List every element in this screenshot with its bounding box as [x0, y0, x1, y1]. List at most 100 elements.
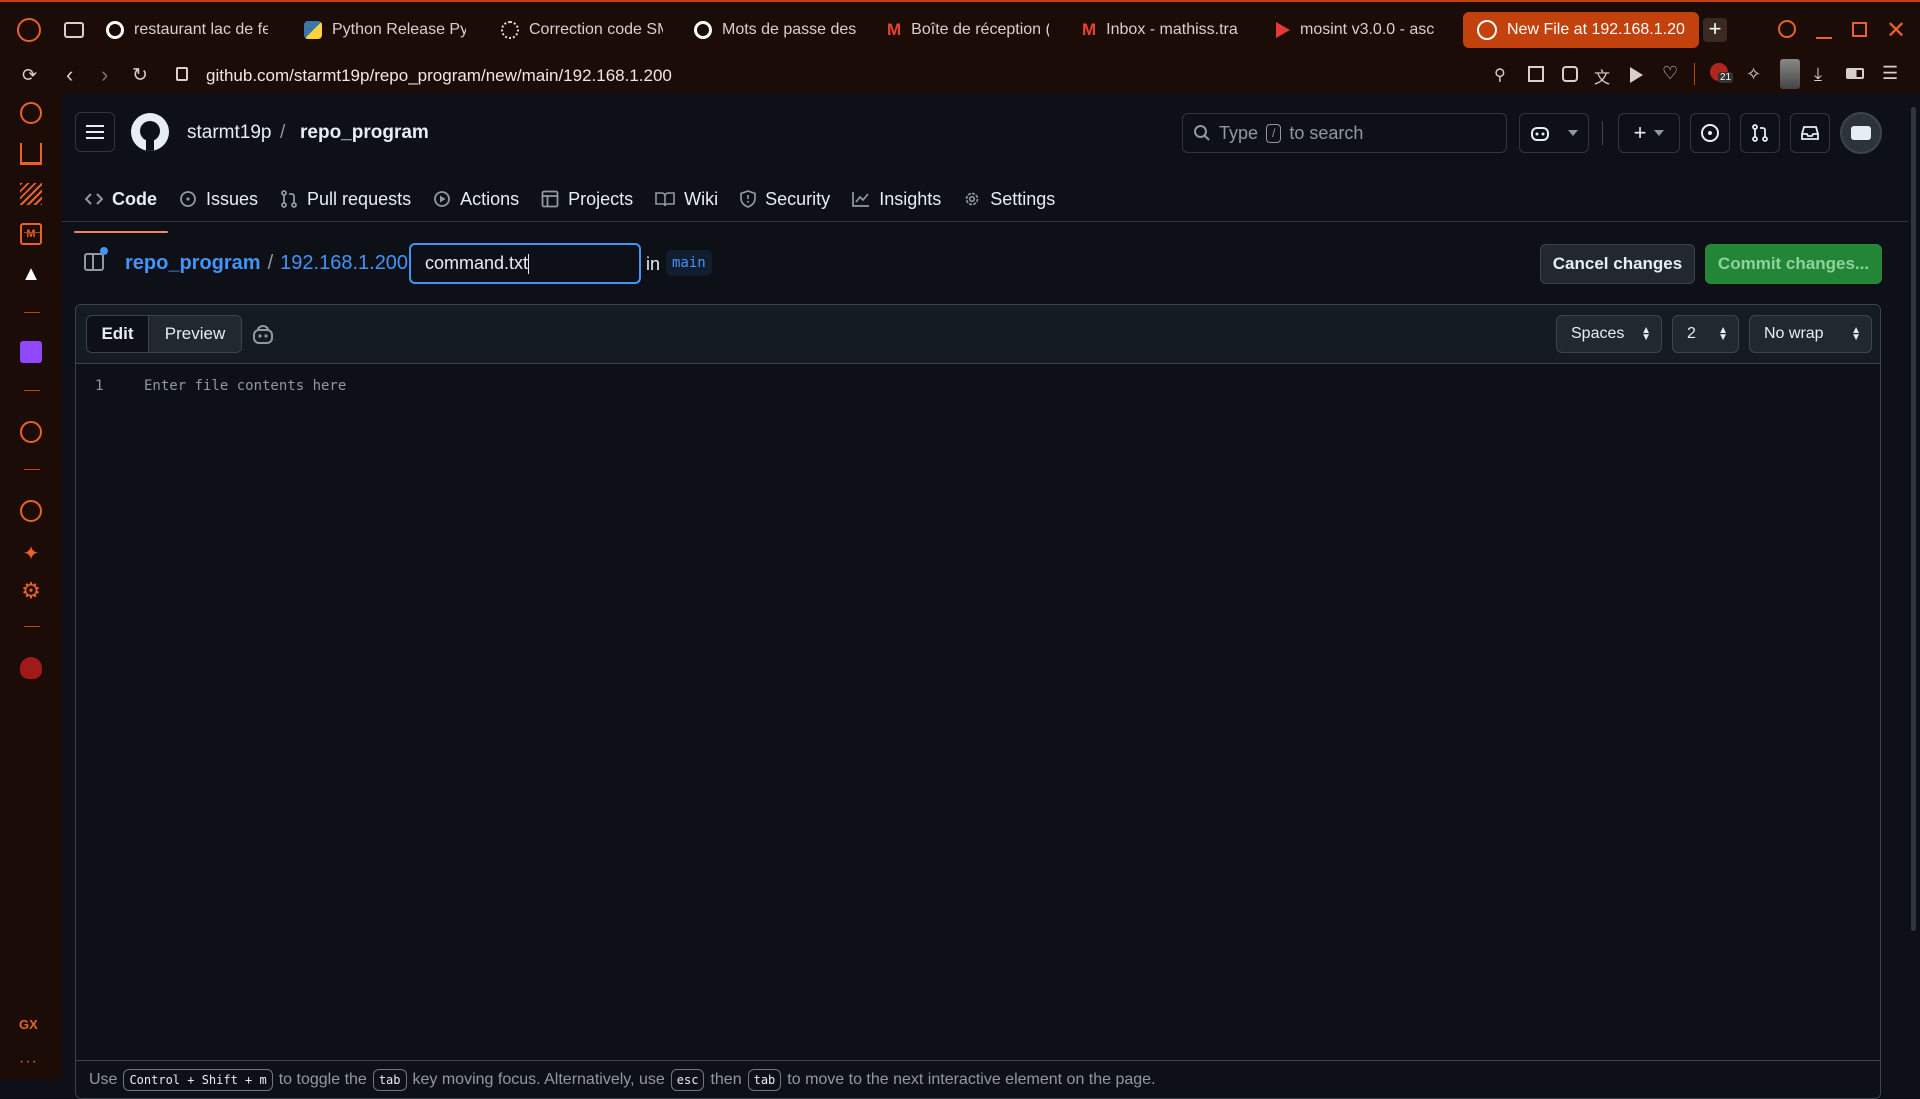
code-area[interactable]: 1 Enter file contents here: [76, 365, 1880, 1062]
translate-icon[interactable]: 文: [1594, 64, 1610, 88]
tab-projects[interactable]: Projects: [530, 179, 644, 219]
repo-owner-link[interactable]: starmt19p: [187, 122, 271, 144]
inbox-button[interactable]: [1790, 113, 1830, 153]
maximize-icon[interactable]: [1852, 22, 1867, 37]
reload-icon[interactable]: ↻: [132, 64, 148, 87]
browser-tab[interactable]: M Inbox - mathiss.tra: [1068, 12, 1258, 48]
indent-size-select[interactable]: 2 ▲ ▼: [1672, 315, 1739, 353]
tab-code[interactable]: Code: [74, 179, 168, 233]
github-logo-icon[interactable]: [131, 113, 169, 151]
in-label: in: [646, 254, 661, 274]
tab-label: Boîte de réception (: [911, 21, 1049, 38]
extensions-sidebar-icon[interactable]: ✦: [20, 541, 42, 565]
new-tab-button[interactable]: +: [1703, 18, 1727, 42]
speed-dial-icon[interactable]: [20, 102, 42, 124]
wrap-mode-select[interactable]: No wrap ▲ ▼: [1749, 315, 1872, 353]
tab-pull-requests[interactable]: Pull requests: [269, 179, 422, 219]
tab-label: Pull requests: [307, 188, 412, 209]
tab-settings[interactable]: Settings: [952, 179, 1066, 219]
google-icon: [106, 21, 124, 39]
menu-button[interactable]: [75, 112, 115, 152]
gx-control-icon[interactable]: [20, 143, 42, 165]
browser-tab-bar: restaurant lac de fe Python Release Pyt …: [0, 0, 1920, 55]
profile-avatar[interactable]: [1780, 59, 1800, 89]
settings-sidebar-icon[interactable]: ⚙: [20, 580, 42, 602]
block-icon[interactable]: [1562, 66, 1578, 82]
download-icon[interactable]: ⤓: [1814, 64, 1822, 85]
inbox-icon: [1801, 126, 1819, 140]
filename-value: command.txt: [425, 253, 529, 273]
scrollbar-thumb[interactable]: [1911, 107, 1916, 931]
heart-icon[interactable]: ♡: [1662, 63, 1678, 84]
book-icon: [655, 192, 675, 207]
breadcrumb-folder-link[interactable]: 192.168.1.200: [280, 252, 408, 275]
browser-tab[interactable]: Python Release Pyt: [290, 12, 480, 48]
user-avatar[interactable]: [1840, 112, 1882, 154]
pull-request-icon: [1752, 124, 1768, 142]
tab-label: New File at 192.168.1.200: [1507, 21, 1685, 38]
browser-tab[interactable]: restaurant lac de fe: [92, 12, 282, 48]
battery-icon[interactable]: [1846, 68, 1864, 79]
gx-mod-icon[interactable]: M: [20, 223, 42, 245]
filename-input[interactable]: command.txt: [409, 243, 641, 284]
select-arrows-icon: ▲ ▼: [1641, 325, 1651, 343]
github-page: starmt19p / repo_program Type / to searc…: [62, 93, 1908, 1099]
tab-wiki[interactable]: Wiki: [644, 179, 729, 219]
back-icon[interactable]: ‹: [66, 62, 73, 88]
breadcrumb-repo-link[interactable]: repo_program: [125, 252, 261, 275]
browser-tab[interactable]: mosint v3.0.0 - asc: [1262, 12, 1452, 48]
tab-actions[interactable]: Actions: [422, 179, 530, 219]
pull-request-icon: [281, 190, 297, 208]
play-extension-icon[interactable]: [1630, 67, 1643, 83]
player-icon[interactable]: [20, 421, 42, 443]
create-new-button[interactable]: +: [1618, 113, 1680, 153]
repo-name-link[interactable]: repo_program: [300, 122, 429, 144]
tab-issues[interactable]: Issues: [168, 179, 269, 219]
snapshot-icon[interactable]: [1528, 66, 1544, 82]
file-tree-toggle-button[interactable]: [84, 247, 108, 271]
sidebar-more-icon[interactable]: ···: [19, 1053, 38, 1071]
cancel-changes-button[interactable]: Cancel changes: [1540, 244, 1695, 284]
issues-button[interactable]: [1690, 113, 1730, 153]
ublock-icon[interactable]: [20, 657, 42, 679]
minimize-icon[interactable]: [1816, 37, 1832, 39]
edit-tab[interactable]: Edit: [87, 316, 149, 352]
search-input[interactable]: Type / to search: [1182, 113, 1507, 153]
aria-icon[interactable]: ▲: [20, 263, 42, 285]
twitch-icon[interactable]: [20, 341, 42, 363]
reload-sync-icon[interactable]: ⟳: [22, 65, 37, 86]
easy-setup-icon[interactable]: ☰: [1882, 63, 1898, 84]
pin-icon[interactable]: ⚲: [1494, 65, 1506, 85]
preview-tab[interactable]: Preview: [149, 316, 241, 352]
opera-logo-icon[interactable]: [17, 18, 41, 42]
repo-nav: Code Issues Pull requests Actions Projec…: [74, 179, 1066, 233]
sidebar-separator: [24, 232, 40, 233]
sidebar-expand-icon: [92, 255, 94, 269]
plus-icon: +: [1633, 120, 1647, 145]
gx-corner-icon[interactable]: [20, 183, 42, 205]
copilot-button[interactable]: [1519, 113, 1589, 153]
search-tabs-icon[interactable]: [1778, 20, 1796, 38]
forward-icon[interactable]: ›: [101, 62, 108, 88]
tab-label: Security: [765, 188, 831, 209]
gx-label[interactable]: GX: [19, 1017, 38, 1032]
line-number: 1: [95, 378, 104, 394]
page-scrollbar[interactable]: [1908, 93, 1920, 1080]
tab-insights[interactable]: Insights: [841, 179, 952, 219]
extensions-icon[interactable]: ✧: [1746, 64, 1761, 85]
browser-tab[interactable]: M Boîte de réception (: [873, 12, 1063, 48]
indent-mode-select[interactable]: Spaces ▲ ▼: [1556, 315, 1662, 353]
browser-tab-active[interactable]: New File at 192.168.1.200: [1463, 12, 1699, 48]
pull-requests-button[interactable]: [1740, 113, 1780, 153]
tab-security[interactable]: Security: [729, 179, 841, 219]
commit-changes-button[interactable]: Commit changes...: [1705, 244, 1882, 284]
editor-toolbar: Edit Preview Spaces ▲ ▼ 2 ▲ ▼ No wrap ▲ ▼: [76, 305, 1880, 364]
browser-tab[interactable]: Correction code SM: [487, 12, 677, 48]
browser-tab[interactable]: Mots de passe des: [680, 12, 870, 48]
close-window-icon[interactable]: ✕: [1886, 16, 1906, 45]
copilot-editor-button[interactable]: [252, 325, 274, 345]
history-icon[interactable]: [20, 500, 42, 522]
tab-switcher-icon[interactable]: [64, 22, 84, 38]
header-slash: /: [280, 122, 286, 143]
url-field[interactable]: github.com/starmt19p/repo_program/new/ma…: [206, 66, 672, 86]
